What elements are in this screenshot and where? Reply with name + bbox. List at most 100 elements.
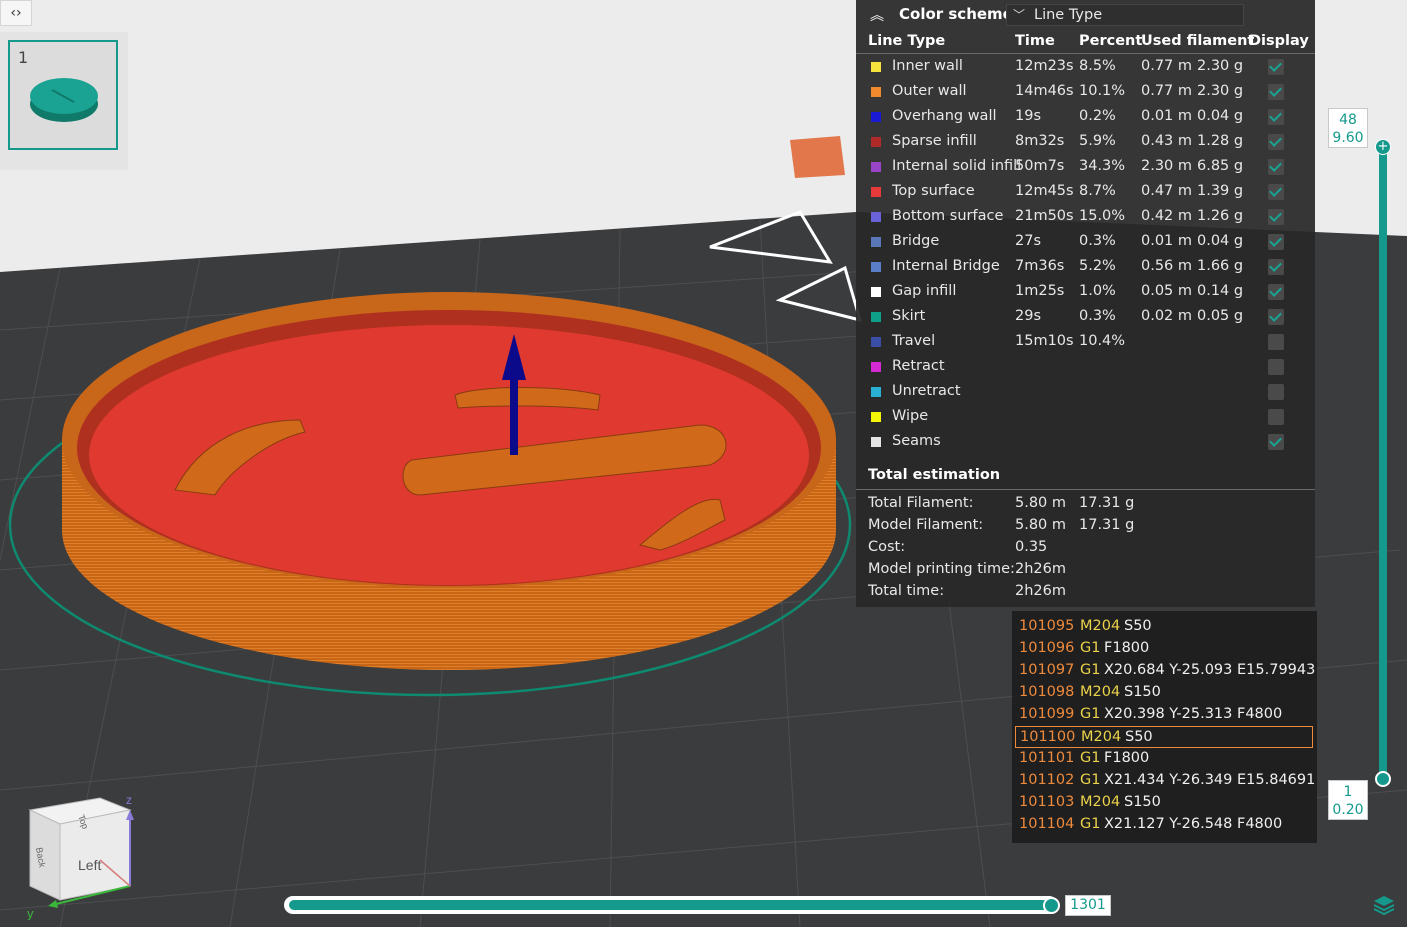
display-checkbox[interactable] [1268,184,1284,200]
gcode-line-number: 101104 [1019,816,1075,832]
move-slider-value: 1301 [1065,895,1111,916]
divider [856,489,1315,490]
display-checkbox[interactable] [1268,209,1284,225]
line-type-swatch [871,362,881,372]
gcode-line: 101101 G1 F1800 [1012,748,1317,770]
line-type-percent: 8.7% [1079,183,1116,199]
line-type-swatch [871,412,881,422]
line-type-time: 27s [1015,233,1042,249]
display-checkbox[interactable] [1268,59,1284,75]
display-checkbox[interactable] [1268,109,1284,125]
move-slider-handle[interactable] [1043,897,1060,914]
line-type-percent: 0.2% [1079,108,1116,124]
line-type-percent: 15.0% [1079,208,1126,224]
estimation-row: Total Filament: 5.80 m 17.31 g [856,492,1315,514]
line-type-time: 8m32s [1015,133,1065,149]
gcode-line-number: 101098 [1019,684,1075,700]
gcode-args: X20.684 Y-25.093 E15.79943 [1104,662,1316,678]
plate-thumbnail[interactable]: 1 [8,40,118,150]
display-checkbox[interactable] [1268,234,1284,250]
gcode-args: F1800 [1104,750,1150,766]
layers-icon[interactable] [1372,893,1396,917]
legend-row: Bridge 27s 0.3% 0.01 m 0.04 g [856,230,1315,255]
gcode-line: 101095 M204 S50 [1012,616,1317,638]
line-type-weight: 2.30 g [1197,83,1244,99]
line-type-weight: 2.30 g [1197,58,1244,74]
display-checkbox[interactable] [1268,134,1284,150]
display-checkbox[interactable] [1268,384,1284,400]
gcode-command: G1 [1080,772,1101,788]
layer-slider-top-handle[interactable]: + [1375,139,1391,155]
gcode-args: X21.434 Y-26.349 E15.84691 [1104,772,1316,788]
line-type-weight: 0.04 g [1197,233,1244,249]
gcode-args: S150 [1124,794,1161,810]
plate-preview-model [30,78,98,122]
line-type-name: Overhang wall [892,108,997,124]
layer-slider-bottom-handle[interactable] [1375,771,1391,787]
color-scheme-value: Line Type [1034,7,1103,23]
expand-sidebar-button[interactable]: ‹› [0,0,32,26]
legend-row: Seams [856,430,1315,455]
estimation-value: 5.80 m [1015,517,1067,533]
gcode-line: 101099 G1 X20.398 Y-25.313 F4800 [1012,704,1317,726]
header-line-type: Line Type [868,33,946,49]
display-checkbox[interactable] [1268,159,1284,175]
legend-row: Outer wall 14m46s 10.1% 0.77 m 2.30 g [856,80,1315,105]
line-type-swatch [871,187,881,197]
gcode-line-number: 101103 [1019,794,1075,810]
gcode-args: S150 [1124,684,1161,700]
line-type-length: 0.01 m [1141,108,1193,124]
display-checkbox[interactable] [1268,284,1284,300]
color-scheme-header: ︽ Color scheme ﹀ Line Type [856,0,1315,30]
line-type-length: 2.30 m [1141,158,1193,174]
line-type-time: 50m7s [1015,158,1065,174]
line-type-length: 0.05 m [1141,283,1193,299]
display-checkbox[interactable] [1268,409,1284,425]
estimation-label: Total time: [868,583,945,599]
estimation-weight: 17.31 g [1079,495,1135,511]
gcode-line: 101097 G1 X20.684 Y-25.093 E15.79943 [1012,660,1317,682]
line-type-length: 0.56 m [1141,258,1193,274]
axis-y-label: y [27,906,34,920]
color-scheme-dropdown[interactable]: ﹀ Line Type [1006,4,1244,26]
gcode-line: 101096 G1 F1800 [1012,638,1317,660]
gcode-line-number: 101102 [1019,772,1075,788]
display-checkbox[interactable] [1268,434,1284,450]
gcode-line-number: 101101 [1019,750,1075,766]
estimation-row: Cost: 0.35 [856,536,1315,558]
axis-z-label: z [126,793,132,807]
gcode-line: 101103 M204 S150 [1012,792,1317,814]
line-type-weight: 1.39 g [1197,183,1244,199]
legend-row: Sparse infill 8m32s 5.9% 0.43 m 1.28 g [856,130,1315,155]
line-type-swatch [871,437,881,447]
color-scheme-legend: ︽ Color scheme ﹀ Line Type Line Type Tim… [856,0,1315,607]
display-checkbox[interactable] [1268,84,1284,100]
line-type-time: 1m25s [1015,283,1065,299]
display-checkbox[interactable] [1268,309,1284,325]
line-type-swatch [871,112,881,122]
display-checkbox[interactable] [1268,334,1284,350]
legend-row: Unretract [856,380,1315,405]
line-type-percent: 0.3% [1079,233,1116,249]
line-type-time: 12m45s [1015,183,1074,199]
estimation-weight: 17.31 g [1079,517,1135,533]
line-type-swatch [871,387,881,397]
view-cube[interactable]: Top Back Left z y [20,790,150,920]
legend-table-header: Line Type Time Percent Used filament Dis… [856,31,1315,54]
display-checkbox[interactable] [1268,259,1284,275]
estimation-label: Model Filament: [868,517,984,533]
collapse-chevron-icon[interactable]: ︽ [870,5,884,25]
estimation-value: 5.80 m [1015,495,1067,511]
layer-slider-track[interactable] [1379,148,1387,780]
top-layer-number: 48 [1339,112,1357,128]
move-slider-track[interactable] [289,900,1049,910]
line-type-percent: 10.4% [1079,333,1126,349]
display-checkbox[interactable] [1268,359,1284,375]
line-type-time: 14m46s [1015,83,1074,99]
legend-row: Overhang wall 19s 0.2% 0.01 m 0.04 g [856,105,1315,130]
gcode-args: X21.127 Y-26.548 F4800 [1104,816,1283,832]
bottom-layer-height: 0.20 [1332,802,1364,818]
gcode-command: G1 [1080,816,1101,832]
line-type-swatch [871,337,881,347]
line-type-weight: 0.04 g [1197,108,1244,124]
